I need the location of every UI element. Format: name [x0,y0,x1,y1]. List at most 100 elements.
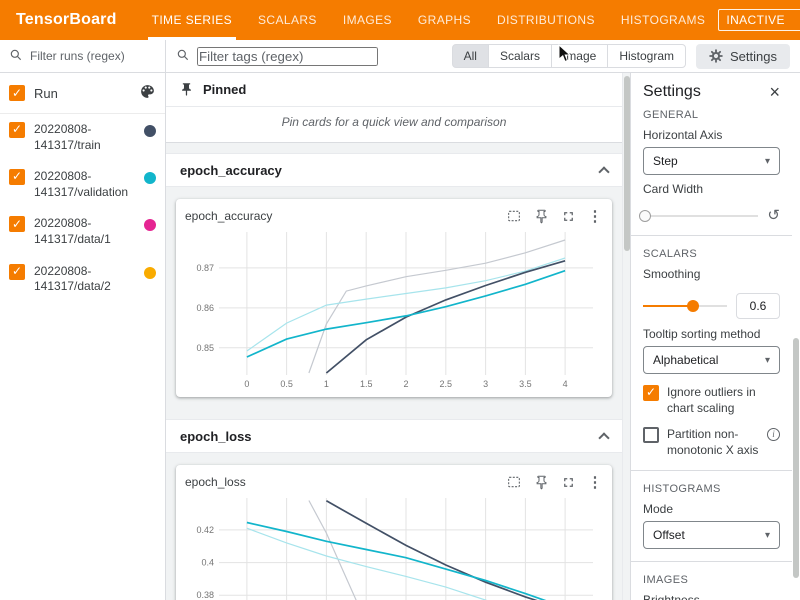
run-color-dot [144,267,156,279]
card-width-slider[interactable] [643,215,758,217]
run-row[interactable]: ✓20220808-141317/data/2 [0,256,165,303]
images-heading: IMAGES [643,574,780,586]
run-checkbox[interactable]: ✓ [9,122,25,138]
tag-section: epoch_loss epoch_loss⋮00.511.522.533.540.… [166,419,622,600]
ignore-outliers-checkbox[interactable]: ✓ [643,385,659,401]
ignore-outliers-option[interactable]: ✓ Ignore outliers in chart scaling [643,385,780,416]
tab-distributions[interactable]: DISTRIBUTIONS [484,0,608,40]
svg-text:0.5: 0.5 [280,379,293,389]
collapse-chevron-icon[interactable] [598,166,609,177]
settings-panel: Settings × GENERAL Horizontal Axis Step … [630,73,800,600]
scalar-card: epoch_loss⋮00.511.522.533.540.360.380.40… [176,465,612,600]
search-icon [176,48,190,65]
tab-images[interactable]: IMAGES [330,0,405,40]
scalar-card: epoch_accuracy⋮00.511.522.533.540.850.86… [176,199,612,397]
run-color-dot [144,172,156,184]
partition-x-axis-label: Partition non-monotonic X axis [667,427,759,458]
chart-svg: 00.511.522.533.540.850.860.87 [185,226,603,391]
svg-text:0: 0 [244,379,249,389]
chevron-down-icon: ▾ [765,530,770,541]
section-header[interactable]: epoch_loss [166,419,622,453]
run-row[interactable]: ✓ 20220808-141317/train [0,114,165,161]
tab-histograms[interactable]: HISTOGRAMS [608,0,718,40]
search-icon [9,48,23,65]
svg-text:3: 3 [483,379,488,389]
main-scrollbar[interactable] [622,73,630,600]
tab-scalars[interactable]: SCALARS [245,0,330,40]
collapse-chevron-icon[interactable] [598,432,609,443]
run-row[interactable]: ✓20220808-141317/data/1 [0,208,165,255]
app-logo[interactable]: TensorBoard [16,11,117,29]
svg-text:1: 1 [324,379,329,389]
settings-button[interactable]: Settings [696,44,790,69]
settings-scrollbar[interactable] [792,73,800,600]
reset-icon[interactable]: ↺ [767,208,780,223]
partition-x-axis-checkbox[interactable] [643,427,659,443]
filter-runs-row [0,40,165,73]
runs-list: ✓ 20220808-141317/train ✓ 20220808-141317/v… [0,114,165,303]
partition-x-axis-option[interactable]: Partition non-monotonic X axis i [643,427,780,458]
section-title: epoch_loss [180,429,252,444]
more-options-icon[interactable]: ⋮ [587,474,603,490]
run-name: 20220808-141317/validation [34,169,135,200]
filter-button-scalars[interactable]: Scalars [488,44,552,68]
status-dropdown[interactable]: INACTIVE ▾ [718,9,800,31]
settings-panel-title: Settings [643,83,701,101]
svg-text:0.85: 0.85 [196,343,214,353]
filter-button-all[interactable]: All [452,44,489,68]
run-color-dot [144,219,156,231]
settings-scrollbar-thumb[interactable] [793,338,799,578]
palette-icon[interactable] [139,83,156,103]
section-body: epoch_accuracy⋮00.511.522.533.540.850.86… [166,187,622,409]
smoothing-slider[interactable] [643,305,727,307]
card-pin-icon[interactable] [533,474,549,490]
app-body: ✓ Run ✓20220808-141317/train✓20220808-14… [0,40,800,600]
line-chart[interactable]: 00.511.522.533.540.360.380.40.42 [185,492,603,600]
histogram-mode-select[interactable]: Offset ▾ [643,521,780,549]
section-header[interactable]: epoch_accuracy [166,153,622,187]
main-nav: TIME SERIESSCALARSIMAGESGRAPHSDISTRIBUTI… [139,0,719,40]
chevron-down-icon: ▾ [765,156,770,167]
card-width-label: Card Width [643,182,780,196]
filter-tags-input[interactable] [197,47,378,66]
gear-icon [709,49,723,63]
pin-icon [179,82,194,97]
tag-section: epoch_accuracyepoch_accuracy⋮00.511.522.… [166,153,622,409]
run-checkbox[interactable]: ✓ [9,216,25,232]
pinned-title: Pinned [203,82,246,97]
more-options-icon[interactable]: ⋮ [587,208,603,224]
close-icon[interactable]: × [769,83,780,101]
smoothing-value-input[interactable] [736,293,780,319]
fit-domain-icon[interactable] [506,474,522,490]
tooltip-sorting-select[interactable]: Alphabetical ▾ [643,346,780,374]
line-chart[interactable]: 00.511.522.533.540.850.860.87 [185,226,603,391]
run-row[interactable]: ✓ 20220808-141317/validation [0,161,165,208]
fit-domain-icon[interactable] [506,208,522,224]
horizontal-axis-select[interactable]: Step ▾ [643,147,780,175]
fullscreen-icon[interactable] [560,208,576,224]
tab-graphs[interactable]: GRAPHS [405,0,484,40]
select-all-runs-checkbox[interactable]: ✓ [9,85,25,101]
main-scrollbar-thumb[interactable] [624,76,630,251]
pinned-empty-hint: Pin cards for a quick view and compariso… [166,107,622,143]
fullscreen-icon[interactable] [560,474,576,490]
tab-time-series[interactable]: TIME SERIES [139,0,245,40]
filter-runs-input[interactable] [30,49,156,63]
tooltip-sorting-label: Tooltip sorting method [643,327,780,341]
run-checkbox[interactable]: ✓ [9,264,25,280]
runs-sidebar: ✓ Run ✓20220808-141317/train✓20220808-14… [0,40,166,600]
card-pin-icon[interactable] [533,208,549,224]
card-title: epoch_accuracy [185,209,272,223]
runs-header-label: Run [34,86,130,101]
run-checkbox[interactable]: ✓ [9,169,25,185]
divider [631,470,792,471]
run-color-dot [144,125,156,137]
filter-button-histogram[interactable]: Histogram [607,44,686,68]
histograms-heading: HISTOGRAMS [643,483,780,495]
tags-toolbar: AllScalarsImageHistogram Settings [166,40,800,73]
scalars-heading: SCALARS [643,248,780,260]
info-icon[interactable]: i [767,428,780,441]
filter-button-image[interactable]: Image [551,44,608,68]
run-name: 20220808-141317/train [34,122,135,153]
chart-svg: 00.511.522.533.540.360.380.40.42 [185,492,603,600]
